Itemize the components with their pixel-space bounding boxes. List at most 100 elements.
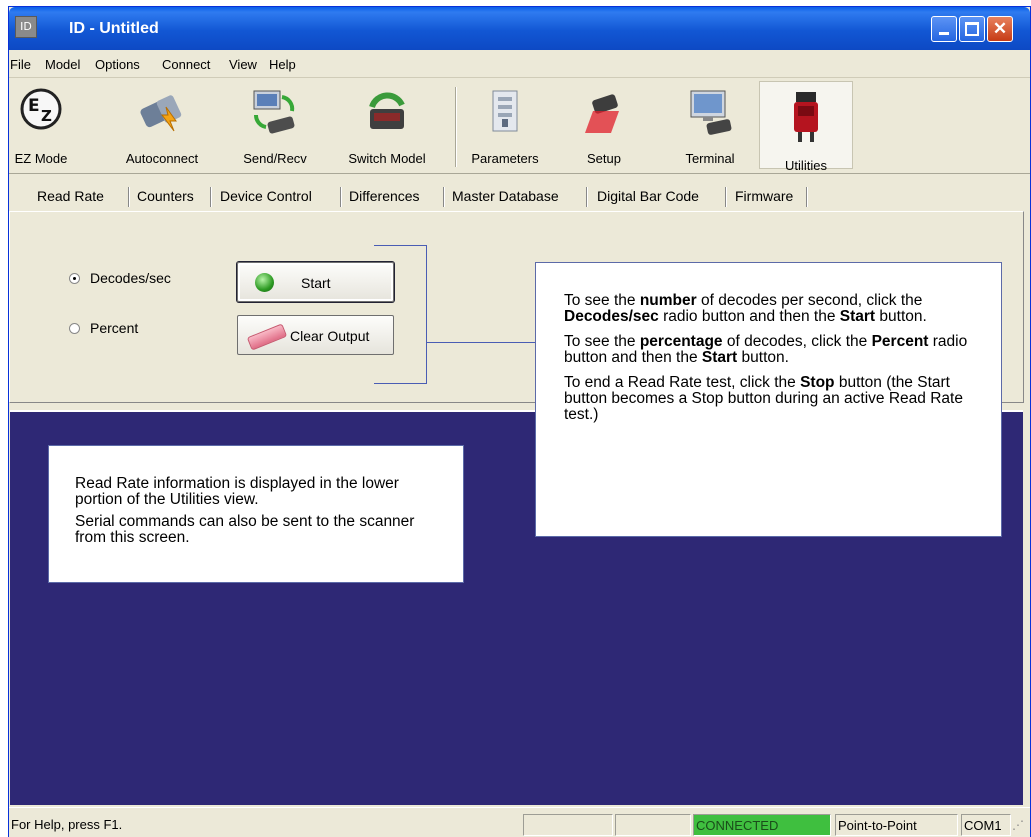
connection-status-badge: CONNECTED (693, 814, 831, 836)
send-recv-icon (253, 90, 295, 134)
app-window: ID ID - Untitled ✕ File Model Options Co… (8, 6, 1031, 837)
callout-text: To end a Read Rate test, click the (564, 374, 801, 391)
eraser-icon (246, 323, 288, 351)
green-light-icon (255, 273, 274, 292)
ez-mode-icon: E Z (20, 88, 62, 130)
tab-master-database[interactable]: Master Database (452, 188, 559, 204)
callout-bold: number (639, 292, 697, 309)
switch-model-label: Switch Model (348, 151, 426, 166)
ez-mode-button[interactable]: E Z EZ Mode (9, 81, 73, 169)
callout-bold: Stop (800, 374, 835, 391)
tab-separator (586, 187, 588, 207)
setup-label: Setup (587, 151, 621, 166)
menu-file[interactable]: File (10, 57, 31, 72)
callout-left-p2: Serial commands can also be sent to the … (75, 513, 415, 546)
ez-mode-label: EZ Mode (14, 151, 68, 166)
svg-text:E: E (28, 96, 40, 116)
callout-text: of decodes per second, click the (696, 292, 923, 309)
resize-grip-icon[interactable]: ⋰ (1012, 818, 1026, 834)
callout-text: To see the (564, 333, 640, 350)
callout-leader-line (427, 342, 543, 343)
menu-bar: File Model Options Connect View Help (9, 50, 1030, 78)
callout-text: of decodes, click the (722, 333, 872, 350)
port-status: COM1 (961, 814, 1011, 836)
utilities-button[interactable]: Utilities (759, 81, 853, 173)
callout-paragraph-stop: To end a Read Rate test, click the Stop … (564, 375, 975, 423)
callout-bold: Start (701, 349, 738, 366)
percent-radio-dot (69, 323, 80, 334)
status-pane-empty (615, 814, 691, 836)
callout-bold: Start (839, 308, 876, 325)
parameters-icon (492, 90, 518, 132)
callout-bold: Percent (871, 333, 929, 350)
switch-model-button[interactable]: Switch Model (335, 81, 439, 169)
terminal-label: Terminal (685, 151, 735, 166)
tab-firmware[interactable]: Firmware (735, 188, 793, 204)
tab-separator (340, 187, 342, 207)
decodes-radio-label: Decodes/sec (90, 270, 171, 286)
send-recv-button[interactable]: Send/Recv (233, 81, 317, 169)
percent-radio[interactable]: Percent (69, 320, 138, 336)
toolbar: E Z EZ Mode Autoconnect Send/Recv Switch… (9, 79, 1030, 174)
tab-separator (806, 187, 808, 207)
tab-counters[interactable]: Counters (137, 188, 194, 204)
callout-text: radio button and then the (658, 308, 840, 325)
tab-device-control[interactable]: Device Control (220, 188, 312, 204)
svg-text:Z: Z (41, 107, 52, 125)
maximize-icon (965, 22, 979, 36)
maximize-button[interactable] (959, 16, 985, 42)
menu-view[interactable]: View (229, 57, 257, 72)
menu-connect[interactable]: Connect (162, 57, 210, 72)
connection-mode-status: Point-to-Point (835, 814, 958, 836)
parameters-label: Parameters (471, 151, 539, 166)
close-button[interactable]: ✕ (987, 16, 1013, 42)
utilities-icon (794, 92, 818, 142)
start-button-label: Start (301, 275, 331, 291)
setup-button[interactable]: Setup (577, 81, 631, 169)
setup-icon (585, 94, 619, 133)
callout-bold: Decodes/sec (564, 308, 659, 325)
utilities-label: Utilities (785, 158, 827, 173)
percent-radio-label: Percent (90, 320, 139, 336)
clear-output-button[interactable]: Clear Output (237, 315, 394, 355)
toolbar-separator (455, 87, 457, 167)
tab-digital-bar-code[interactable]: Digital Bar Code (597, 188, 699, 204)
menu-help[interactable]: Help (269, 57, 296, 72)
terminal-icon (690, 90, 732, 135)
clear-output-label: Clear Output (290, 328, 370, 344)
output-info-callout: Read Rate information is displayed in th… (48, 445, 464, 583)
tab-separator (725, 187, 727, 207)
parameters-button[interactable]: Parameters (463, 81, 547, 169)
start-button[interactable]: Start (237, 262, 394, 302)
tab-separator (128, 187, 130, 207)
terminal-button[interactable]: Terminal (669, 81, 751, 169)
minimize-button[interactable] (931, 16, 957, 42)
tab-differences[interactable]: Differences (349, 188, 420, 204)
read-rate-instructions-callout: To see the number of decodes per second,… (535, 262, 1002, 537)
decodes-radio[interactable]: Decodes/sec (69, 270, 171, 286)
close-icon: ✕ (992, 19, 1008, 38)
callout-paragraph-number: To see the number of decodes per second,… (564, 293, 975, 325)
minimize-icon (939, 32, 949, 35)
send-recv-label: Send/Recv (243, 151, 307, 166)
callout-text: button. (737, 349, 789, 366)
menu-model[interactable]: Model (45, 57, 80, 72)
status-pane-empty (523, 814, 613, 836)
callout-left-p1: Read Rate information is displayed in th… (75, 475, 399, 508)
menu-options[interactable]: Options (95, 57, 140, 72)
tab-separator (210, 187, 212, 207)
decodes-radio-dot (69, 273, 80, 284)
switch-model-icon (369, 92, 405, 129)
status-help-text: For Help, press F1. (11, 817, 123, 832)
callout-text: button. (875, 308, 927, 325)
tab-read-rate[interactable]: Read Rate (37, 188, 104, 204)
app-icon[interactable]: ID (15, 16, 37, 38)
title-bar[interactable]: ID ID - Untitled ✕ (9, 7, 1030, 50)
status-bar: For Help, press F1. CONNECTED Point-to-P… (9, 807, 1030, 837)
autoconnect-button[interactable]: Autoconnect (117, 81, 207, 169)
callout-text: To see the (564, 292, 640, 309)
callout-bracket (374, 245, 427, 384)
autoconnect-label: Autoconnect (125, 151, 199, 166)
tab-separator (443, 187, 445, 207)
autoconnect-icon (140, 95, 182, 132)
